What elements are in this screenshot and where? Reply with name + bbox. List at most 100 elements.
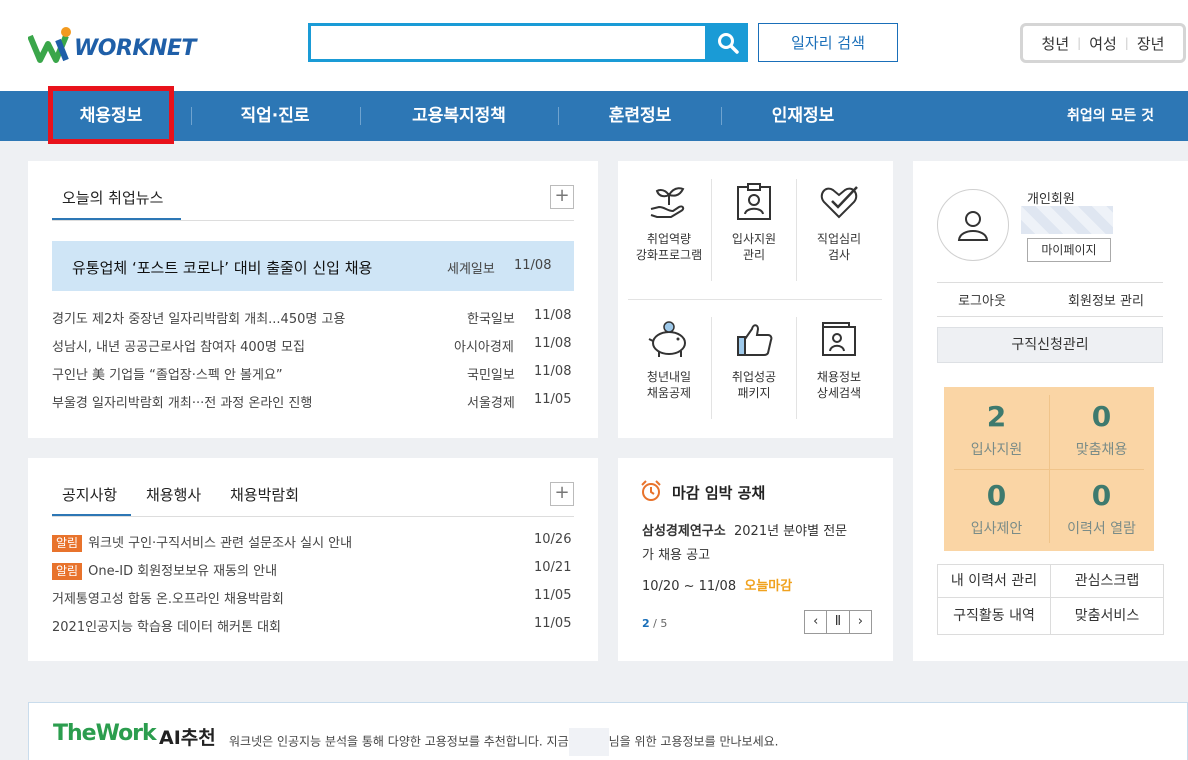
news-row-source: 국민일보	[467, 368, 515, 383]
ai-description: 워크넷은 인공지능 분석을 통해 다양한 고용정보를 추천합니다. 지금 님을 위…	[229, 728, 778, 756]
service-label-line2: 강화프로그램	[635, 248, 703, 262]
divider	[52, 516, 574, 517]
tab-job-fairs[interactable]: 채용박람회	[230, 484, 299, 505]
masked-username	[1021, 206, 1113, 234]
deadline-company: 삼성경제연구소	[642, 524, 726, 539]
next-button[interactable]: ›	[850, 611, 871, 633]
heart-check-icon	[820, 186, 858, 219]
stat-label: 맞춤채용	[1075, 442, 1128, 458]
notice-row[interactable]: 2021인공지능 학습용 데이터 해커톤 대회 11/05	[52, 616, 574, 636]
service-application-management[interactable]: 입사지원 관리	[711, 183, 797, 263]
divider	[937, 282, 1163, 283]
job-activity-button[interactable]: 구직활동 내역	[937, 597, 1051, 635]
news-row[interactable]: 구인난 美 기업들 “졸업장·스펙 안 볼게요” 국민일보 11/08	[52, 364, 574, 384]
service-psychology-test[interactable]: 직업심리 검사	[796, 183, 882, 263]
separator: |	[1077, 36, 1082, 50]
active-nav-highlight	[48, 86, 174, 144]
deadline-job-title-line2: 가 채용 공고	[642, 548, 711, 563]
tab-recruit-events[interactable]: 채용행사	[146, 484, 201, 505]
search-button[interactable]	[708, 23, 748, 62]
stat-matched-jobs[interactable]: 0 맞춤채용	[1049, 401, 1154, 459]
notices-more-button[interactable]: +	[550, 482, 574, 506]
service-label-line2: 검사	[827, 248, 851, 262]
interest-scrap-button[interactable]: 관심스크랩	[1050, 564, 1164, 598]
news-row-source: 서울경제	[467, 396, 515, 411]
ai-description-before: 워크넷은 인공지능 분석을 통해 다양한 고용정보를 추천합니다. 지금	[229, 734, 569, 749]
document-search-icon	[822, 322, 856, 356]
stat-applications[interactable]: 2 입사지원	[944, 401, 1049, 459]
pause-button[interactable]: Ⅱ	[827, 611, 850, 633]
stat-value: 0	[986, 479, 1007, 512]
news-row-date: 11/08	[534, 308, 572, 323]
deadline-job-title-line1: 2021년 분야별 전문	[734, 524, 848, 539]
deadline-job-item[interactable]: 삼성경제연구소 2021년 분야별 전문 가 채용 공고	[642, 520, 872, 568]
stat-label: 이력서 열람	[1067, 521, 1136, 537]
service-employment-program[interactable]: 취업역량 강화프로그램	[626, 183, 712, 263]
service-label-line1: 취업성공	[731, 370, 777, 384]
news-row-source: 아시아경제	[454, 340, 514, 355]
nav-all-about-jobs-link[interactable]: 취업의 모든 것	[1067, 91, 1154, 141]
deadline-page-indicator: 2 / 5	[642, 617, 667, 630]
notice-row[interactable]: 알림 One-ID 회원정보보유 재동의 안내 10/21	[52, 560, 574, 580]
deadline-pager: ‹ Ⅱ ›	[804, 610, 872, 634]
logout-link[interactable]: 로그아웃	[937, 290, 1027, 309]
news-panel: 오늘의 취업뉴스 + 유통업체 ‘포스트 코로나’ 대비 출줄이 신입 채용 세…	[28, 161, 598, 438]
service-label-line2: 상세검색	[816, 386, 862, 400]
news-highlight-title: 유통업체 ‘포스트 코로나’ 대비 출줄이 신입 채용	[72, 259, 373, 277]
news-row[interactable]: 성남시, 내년 공공근로사업 참여자 400명 모집 아시아경제 11/08	[52, 336, 574, 356]
notice-date: 11/05	[534, 616, 572, 631]
news-row[interactable]: 부울경 일자리박람회 개최···전 과정 온라인 진행 서울경제 11/05	[52, 392, 574, 412]
service-label-line1: 입사지원	[731, 232, 777, 246]
job-search-button[interactable]: 일자리 검색	[758, 23, 898, 62]
notice-date: 10/21	[534, 560, 572, 575]
news-highlight-date: 11/08	[514, 258, 552, 273]
job-application-management-button[interactable]: 구직신청관리	[937, 327, 1163, 363]
news-row-title: 성남시, 내년 공공근로사업 참여자 400명 모집	[52, 340, 305, 355]
services-panel: 취업역량 강화프로그램 입사지원 관리 직업심리 검사 청년내일 채움공제 취업…	[618, 161, 893, 438]
member-info-link[interactable]: 회원정보 관리	[1051, 290, 1161, 309]
nav-item-training[interactable]: 훈련정보	[565, 91, 715, 141]
prev-button[interactable]: ‹	[805, 611, 828, 633]
stat-job-offers[interactable]: 0 입사제안	[944, 480, 1049, 538]
user-type-women[interactable]: 여성	[1089, 33, 1117, 54]
news-row[interactable]: 경기도 제2차 중장년 일자리박람회 개최...450명 고용 한국일보 11/…	[52, 308, 574, 328]
news-highlight-item[interactable]: 유통업체 ‘포스트 코로나’ 대비 출줄이 신입 채용 세계일보 11/08	[52, 241, 574, 291]
stat-value: 0	[1091, 400, 1112, 433]
page-current: 2	[642, 617, 650, 630]
stat-resume-views[interactable]: 0 이력서 열람	[1049, 480, 1154, 538]
worknet-logo[interactable]: WORKNET	[28, 24, 196, 64]
divider	[628, 299, 882, 300]
ai-recommend-banner: TheWork AI추천 워크넷은 인공지능 분석을 통해 다양한 고용정보를 …	[28, 702, 1188, 760]
header: WORKNET 일자리 검색 청년 | 여성 | 장년	[0, 0, 1188, 91]
user-icon	[957, 211, 989, 241]
stats-box: 2 입사지원 0 맞춤채용 0 입사제안 0 이력서 열람	[944, 387, 1154, 551]
custom-service-button[interactable]: 맞춤서비스	[1050, 597, 1164, 635]
masked-username	[568, 728, 609, 756]
my-resume-button[interactable]: 내 이력서 관리	[937, 564, 1051, 598]
news-more-button[interactable]: +	[550, 185, 574, 209]
notice-row[interactable]: 거제통영고성 합동 온.오프라인 채용박람회 11/05	[52, 588, 574, 608]
tab-notices[interactable]: 공지사항	[62, 484, 117, 505]
deadline-panel: 마감 임박 공채 삼성경제연구소 2021년 분야별 전문 가 채용 공고 10…	[618, 458, 893, 661]
deadline-period: 10/20 ~ 11/08	[642, 579, 737, 594]
service-youth-savings[interactable]: 청년내일 채움공제	[626, 321, 712, 401]
service-label-line2: 채움공제	[646, 386, 692, 400]
user-type-youth[interactable]: 청년	[1042, 33, 1070, 54]
notice-row[interactable]: 알림 워크넷 구인·구직서비스 관련 설문조사 실시 안내 10/26	[52, 532, 574, 552]
mypage-button[interactable]: 마이페이지	[1027, 238, 1111, 262]
service-success-package[interactable]: 취업성공 패키지	[711, 321, 797, 401]
search-icon	[718, 32, 739, 54]
service-label-line1: 채용정보	[816, 370, 862, 384]
nav-item-career[interactable]: 직업·진로	[200, 91, 350, 141]
deadline-status: 오늘마감	[744, 579, 793, 594]
news-row-title: 경기도 제2차 중장년 일자리박람회 개최...450명 고용	[52, 312, 346, 327]
nav-item-talent[interactable]: 인재정보	[728, 91, 878, 141]
notice-title: 2021인공지능 학습용 데이터 해커톤 대회	[52, 620, 282, 635]
user-type-senior[interactable]: 장년	[1137, 33, 1165, 54]
deadline-title: 마감 임박 공채	[672, 484, 766, 502]
news-title[interactable]: 오늘의 취업뉴스	[62, 187, 163, 208]
news-row-date: 11/08	[534, 364, 572, 379]
search-input[interactable]	[308, 23, 708, 62]
service-detailed-search[interactable]: 채용정보 상세검색	[796, 321, 882, 401]
nav-item-welfare-policy[interactable]: 고용복지정책	[370, 91, 548, 141]
